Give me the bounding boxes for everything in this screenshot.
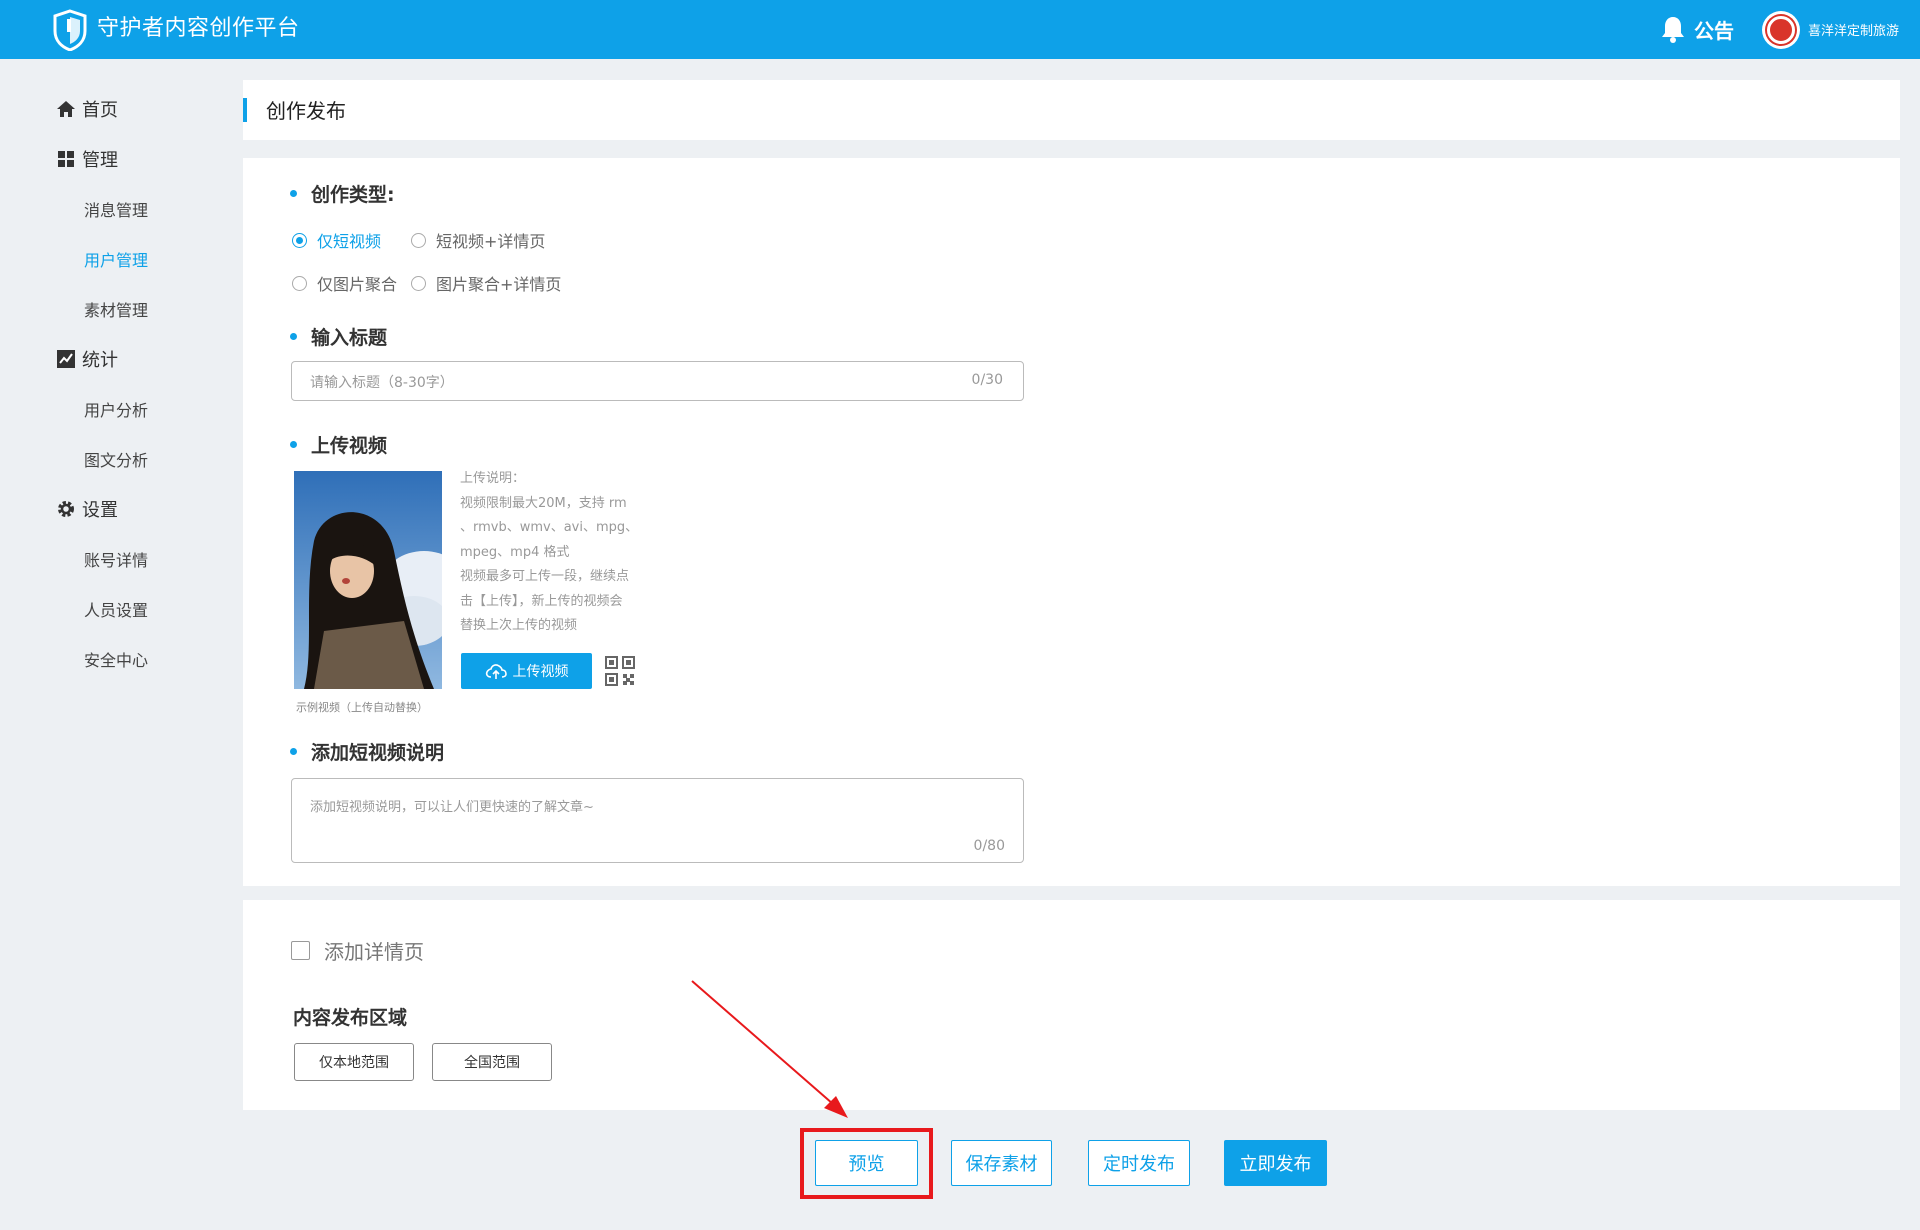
save-material-button[interactable]: 保存素材: [951, 1140, 1052, 1186]
title-input[interactable]: 请输入标题（8-30字） 0/30: [291, 361, 1024, 401]
highlight-annotation-box: [800, 1128, 933, 1199]
radio-circle: [292, 275, 307, 291]
bullet-dot: [290, 333, 297, 340]
sidebar-item-user-manage[interactable]: 用户管理: [84, 247, 148, 271]
radio-circle: [292, 232, 307, 248]
shield-logo-icon: [53, 9, 87, 51]
grid-icon: [58, 151, 74, 167]
bullet-dot: [290, 190, 297, 197]
title-accent: [243, 98, 247, 122]
bullet-dot: [290, 441, 297, 448]
radio-images-only[interactable]: 仅图片聚合: [292, 271, 397, 295]
checkbox-box: [291, 941, 310, 960]
title-input-placeholder: 请输入标题（8-30字）: [310, 375, 454, 391]
region-national-button[interactable]: 全国范围: [432, 1043, 552, 1081]
avatar[interactable]: [1762, 11, 1800, 49]
sidebar: [0, 59, 242, 1230]
avatar-logo-icon: [1767, 16, 1795, 44]
radio-circle: [411, 232, 426, 248]
sample-video-thumbnail: [294, 471, 442, 689]
upload-video-button[interactable]: 上传视频: [461, 653, 592, 689]
sidebar-item-security-center[interactable]: 安全中心: [84, 647, 148, 671]
description-char-count: 0/80: [973, 838, 1005, 854]
radio-circle: [411, 275, 426, 291]
gear-icon: [58, 501, 74, 517]
upload-section-label: 上传视频: [290, 431, 387, 458]
description-placeholder: 添加短视频说明，可以让人们更快速的了解文章~: [310, 800, 594, 815]
username[interactable]: 喜洋洋定制旅游: [1808, 20, 1899, 39]
page-title-bar: 创作发布: [243, 80, 1900, 140]
region-title: 内容发布区域: [293, 1007, 408, 1029]
title-section-label: 输入标题: [290, 323, 387, 350]
bell-icon: [1662, 17, 1684, 43]
notice-link[interactable]: 公告: [1660, 14, 1734, 44]
page-title: 创作发布: [266, 99, 346, 123]
bullet-dot: [290, 748, 297, 755]
thumbnail-caption: 示例视频（上传自动替换）: [296, 701, 428, 714]
region-local-button[interactable]: 仅本地范围: [294, 1043, 414, 1081]
chart-icon: [57, 350, 75, 368]
add-detail-page-checkbox[interactable]: 添加详情页: [291, 936, 424, 965]
radio-video-detail[interactable]: 短视频+详情页: [411, 228, 545, 252]
description-textarea[interactable]: 添加短视频说明，可以让人们更快速的了解文章~ 0/80: [291, 778, 1024, 863]
sidebar-item-message-manage[interactable]: 消息管理: [84, 197, 148, 221]
top-bar: 守护者内容创作平台 公告 喜洋洋定制旅游: [0, 0, 1920, 59]
radio-video-only[interactable]: 仅短视频: [292, 228, 381, 252]
sidebar-item-stats[interactable]: 统计: [56, 346, 118, 372]
sidebar-item-manage[interactable]: 管理: [56, 146, 118, 172]
sidebar-item-settings[interactable]: 设置: [56, 496, 118, 522]
title-char-count: 0/30: [971, 372, 1003, 388]
sidebar-item-material-manage[interactable]: 素材管理: [84, 297, 148, 321]
sidebar-item-staff-settings[interactable]: 人员设置: [84, 597, 148, 621]
sidebar-item-article-analysis[interactable]: 图文分析: [84, 447, 148, 471]
radio-images-detail[interactable]: 图片聚合+详情页: [411, 271, 561, 295]
type-section-label: 创作类型:: [290, 180, 395, 207]
description-section-label: 添加短视频说明: [290, 738, 444, 765]
notice-label: 公告: [1694, 18, 1734, 43]
brand-title: 守护者内容创作平台: [97, 16, 300, 41]
schedule-publish-button[interactable]: 定时发布: [1088, 1140, 1190, 1186]
sidebar-item-account-detail[interactable]: 账号详情: [84, 547, 148, 571]
publish-now-button[interactable]: 立即发布: [1224, 1140, 1327, 1186]
sidebar-item-user-analysis[interactable]: 用户分析: [84, 397, 148, 421]
upload-instructions: 上传说明： 视频限制最大20M，支持 rm 、rmvb、wmv、avi、mpg、…: [460, 471, 639, 633]
sidebar-item-home[interactable]: 首页: [56, 96, 118, 122]
cloud-upload-icon: [485, 664, 507, 679]
qr-code-icon[interactable]: [605, 656, 635, 686]
home-icon: [57, 101, 75, 117]
